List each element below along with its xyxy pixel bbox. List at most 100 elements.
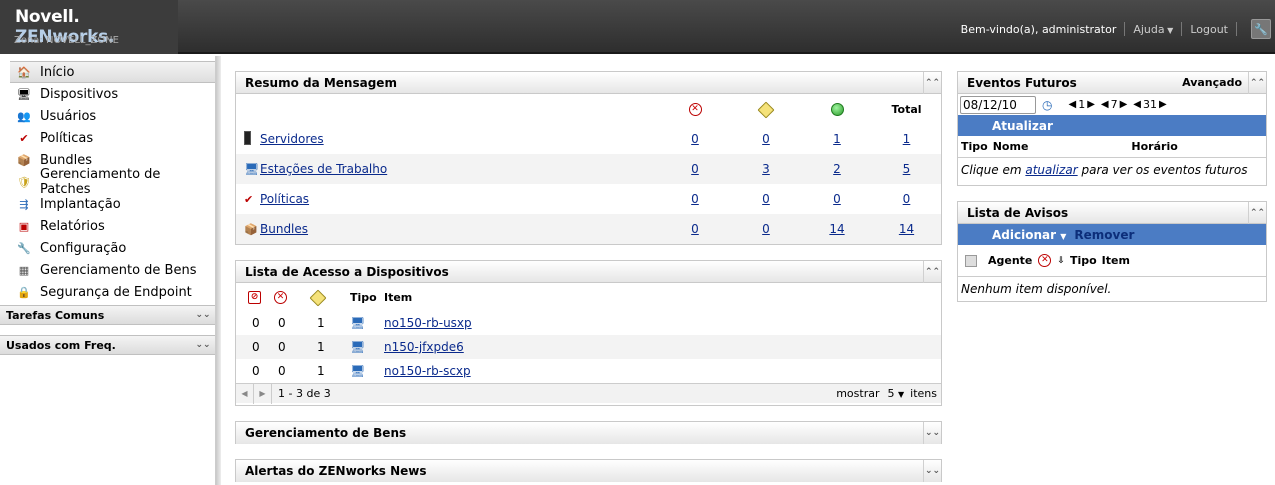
show-label: mostrar — [836, 387, 880, 400]
device-link[interactable]: n150-jfxpde6 — [384, 340, 464, 354]
count-link[interactable]: 1 — [833, 132, 841, 146]
next-day-icon[interactable]: ▶ — [1087, 99, 1095, 110]
hint-text: Clique em — [961, 163, 1022, 177]
bundle-icon: 📦 — [17, 153, 31, 167]
page-range: 1 - 3 de 3 — [278, 387, 331, 400]
sidebar-item-relatorios[interactable]: ▣ Relatórios — [0, 215, 215, 237]
collapse-icon[interactable]: ⌃⌃ — [1248, 201, 1266, 224]
count-link[interactable]: 0 — [833, 192, 841, 206]
collapse-icon[interactable]: ⌃⌃ — [923, 71, 941, 94]
next-month-icon[interactable]: ▶ — [1159, 99, 1167, 110]
sort-icon[interactable]: ⇩ — [1057, 256, 1065, 266]
sidebar-item-configuracao[interactable]: 🔧 Configuração — [0, 237, 215, 259]
sidebar-item-inicio[interactable]: 🏠 Início — [10, 61, 215, 83]
calendar-icon[interactable]: ◷ — [1042, 98, 1052, 112]
page-size-select[interactable]: 5 ▼ — [888, 387, 905, 400]
notices-panel: Lista de Avisos ⌃⌃ Adicionar ▼ Remover A… — [957, 201, 1267, 302]
col-type: Tipo — [1069, 254, 1097, 267]
count-link[interactable]: 0 — [691, 162, 699, 176]
count-link[interactable]: 3 — [762, 162, 770, 176]
count-link[interactable]: 14 — [829, 222, 844, 236]
sidebar-item-dispositivos[interactable]: 🖥 Dispositivos — [0, 83, 215, 105]
sidebar-item-endpoint[interactable]: 🔒 Segurança de Endpoint — [0, 281, 215, 303]
count-link[interactable]: 0 — [691, 222, 699, 236]
next-week-icon[interactable]: ▶ — [1120, 99, 1128, 110]
cell: 0 — [252, 316, 260, 330]
sidebar-splitter[interactable] — [216, 56, 221, 485]
row-label-cell: Estações de Trabalho — [260, 154, 660, 184]
panel-header[interactable]: Alertas do ZENworks News ⌄⌄ — [236, 460, 941, 482]
device-link[interactable]: no150-rb-usxp — [384, 316, 472, 330]
error-icon: ✕ — [688, 102, 702, 116]
panel-header[interactable]: Gerenciamento de Bens ⌄⌄ — [236, 422, 941, 444]
sidebar-item-politicas[interactable]: ✔ Políticas — [0, 127, 215, 149]
page-size-value: 5 — [887, 387, 895, 400]
error-icon: ✕ — [274, 290, 287, 304]
help-menu[interactable]: Ajuda ▼ — [1133, 23, 1173, 36]
section-usados-com-freq[interactable]: Usados com Freq. ⌄⌄ — [0, 335, 215, 355]
servidores-link[interactable]: Servidores — [260, 132, 324, 146]
bundles-link[interactable]: Bundles — [260, 222, 308, 236]
next-page-icon[interactable]: ▶ — [254, 383, 272, 404]
cell: 1 — [802, 124, 872, 154]
sidebar-item-bens[interactable]: ▦ Gerenciamento de Bens — [0, 259, 215, 281]
cell: 2 — [802, 154, 872, 184]
chevron-down-icon[interactable]: ⌄⌄ — [195, 308, 211, 322]
prev-page-icon[interactable]: ◀ — [236, 383, 254, 404]
count-link[interactable]: 0 — [762, 132, 770, 146]
table-row: ✔ Políticas 0 0 0 0 — [236, 184, 941, 214]
count-link[interactable]: 1 — [903, 132, 911, 146]
table-row: 0 0 1 🖥 n150-jfxpde6 — [236, 335, 941, 359]
count-link[interactable]: 0 — [903, 192, 911, 206]
col-time: Horário — [1131, 140, 1178, 153]
logout-link[interactable]: Logout — [1190, 23, 1228, 36]
estacoes-link[interactable]: Estações de Trabalho — [260, 162, 387, 176]
count-link[interactable]: 0 — [691, 132, 699, 146]
select-all-checkbox[interactable] — [965, 254, 977, 267]
politicas-link[interactable]: Políticas — [260, 192, 309, 206]
logo-area: Novell. ZENworks. Zona: NOVELL_ZONE — [0, 0, 178, 54]
cell: 14 — [872, 214, 941, 244]
table-row: 0 0 1 🖥 no150-rb-scxp — [236, 359, 941, 383]
prev-week-icon[interactable]: ◀ — [1101, 99, 1109, 110]
prev-month-icon[interactable]: ◀ — [1133, 99, 1141, 110]
count-link[interactable]: 0 — [691, 192, 699, 206]
count-link[interactable]: 5 — [903, 162, 911, 176]
shield-icon: 🛡 — [17, 175, 31, 189]
expand-icon[interactable]: ⌄⌄ — [923, 460, 941, 482]
table-row: Servidores 0 0 1 1 — [236, 124, 941, 154]
advanced-link[interactable]: Avançado — [1182, 76, 1242, 89]
cell: 1 — [872, 124, 941, 154]
expand-icon[interactable]: ⌄⌄ — [923, 422, 941, 444]
count-link[interactable]: 14 — [899, 222, 914, 236]
table-row: 🖥 Estações de Trabalho 0 3 2 5 — [236, 154, 941, 184]
refresh-button[interactable]: Atualizar — [992, 119, 1053, 133]
lock-icon: 🔒 — [17, 285, 31, 299]
count-link[interactable]: 2 — [833, 162, 841, 176]
collapse-icon[interactable]: ⌃⌃ — [1248, 71, 1266, 94]
sidebar-item-label: Usuários — [40, 108, 97, 124]
add-button[interactable]: Adicionar ▼ — [992, 228, 1066, 242]
remove-button[interactable]: Remover — [1074, 228, 1134, 242]
col-label — [260, 94, 660, 124]
cell: 0 — [802, 184, 872, 214]
device-link[interactable]: no150-rb-scxp — [384, 364, 471, 378]
date-input[interactable]: 08/12/10 — [960, 95, 1036, 114]
zone-label: Zona: NOVELL_ZONE — [14, 35, 119, 46]
table-row: 📦 Bundles 0 0 14 14 — [236, 214, 941, 244]
sidebar-item-label: Configuração — [40, 240, 127, 256]
sidebar-item-patches[interactable]: 🛡 Gerenciamento de Patches — [0, 167, 215, 197]
chevron-down-icon[interactable]: ⌄⌄ — [195, 338, 211, 352]
cell: 0 — [730, 184, 802, 214]
section-tarefas-comuns[interactable]: Tarefas Comuns ⌄⌄ — [0, 305, 215, 325]
cell: no150-rb-usxp — [384, 311, 941, 335]
sidebar-item-usuarios[interactable]: 👥 Usuários — [0, 105, 215, 127]
refresh-link[interactable]: atualizar — [1025, 163, 1077, 177]
day-range: 1 — [1078, 98, 1086, 111]
collapse-icon[interactable]: ⌃⌃ — [923, 260, 941, 283]
count-link[interactable]: 0 — [762, 192, 770, 206]
tools-button[interactable]: 🔧 — [1251, 19, 1271, 39]
count-link[interactable]: 0 — [762, 222, 770, 236]
divider — [1236, 22, 1237, 36]
prev-day-icon[interactable]: ◀ — [1068, 99, 1076, 110]
